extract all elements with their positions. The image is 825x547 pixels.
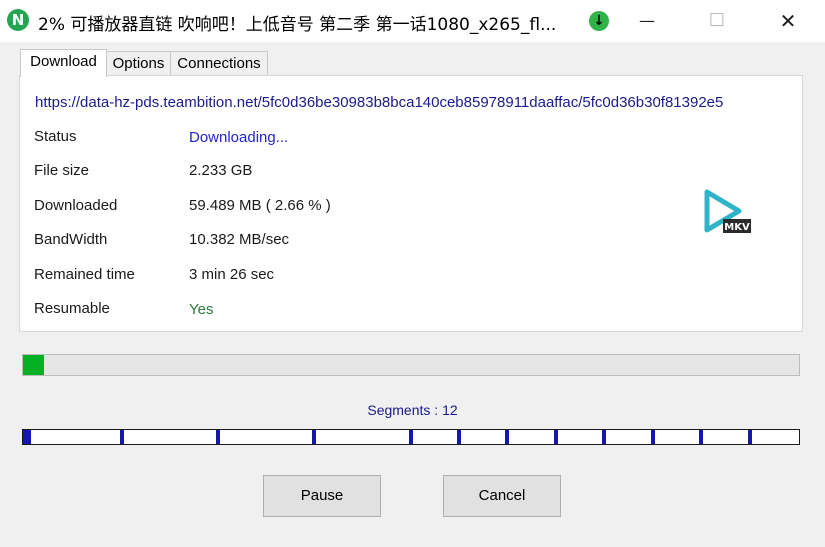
segment	[506, 430, 555, 444]
status-label: Status	[34, 128, 77, 145]
segment-fill	[700, 430, 703, 444]
segments-bar	[22, 429, 800, 445]
resumable-label: Resumable	[34, 300, 110, 317]
segment-fill	[652, 430, 655, 444]
pause-button[interactable]: Pause	[263, 475, 381, 517]
download-arrow-icon: ↓	[589, 11, 609, 31]
maximize-button[interactable]: ☐	[694, 0, 740, 42]
app-logo-icon: N	[7, 9, 29, 31]
progress-fill	[23, 355, 44, 375]
close-button[interactable]: ✕	[765, 0, 811, 42]
segment-fill	[555, 430, 558, 444]
segment	[313, 430, 410, 444]
segment-fill	[506, 430, 509, 444]
segment-fill	[313, 430, 316, 444]
window-title: 2% 可播放器直链 吹响吧！上低音号 第二季 第一话1080_x265_fl..…	[38, 15, 557, 35]
segment-fill	[749, 430, 752, 444]
remained-time-label: Remained time	[34, 266, 135, 283]
bandwidth-label: BandWidth	[34, 231, 108, 248]
segment	[410, 430, 458, 444]
mkv-badge-text: MKV	[724, 222, 750, 233]
segment-fill	[458, 430, 461, 444]
segment-fill	[217, 430, 220, 444]
segment	[458, 430, 506, 444]
cancel-button[interactable]: Cancel	[443, 475, 561, 517]
minimize-button[interactable]: —	[624, 0, 670, 42]
downloaded-label: Downloaded	[34, 197, 118, 214]
segment	[555, 430, 603, 444]
download-url: https://data-hz-pds.teambition.net/5fc0d…	[35, 94, 724, 111]
segments-label: Segments : 12	[367, 402, 458, 418]
download-progress-bar	[22, 354, 800, 376]
file-size-value: 2.233 GB	[189, 162, 253, 179]
segment-fill	[603, 430, 606, 444]
downloaded-value: 59.489 MB ( 2.66 % )	[189, 197, 331, 214]
segment	[121, 430, 217, 444]
segment	[749, 430, 799, 444]
tab-connections[interactable]: Connections	[170, 51, 268, 76]
tab-options[interactable]: Options	[105, 51, 172, 76]
segment	[217, 430, 313, 444]
bandwidth-value: 10.382 MB/sec	[189, 231, 290, 248]
segment	[603, 430, 652, 444]
segment	[700, 430, 749, 444]
segment-fill	[121, 430, 124, 444]
segment-fill	[410, 430, 413, 444]
segment-fill	[23, 430, 31, 444]
segment	[23, 430, 121, 444]
remained-time-value: 3 min 26 sec	[189, 266, 275, 283]
title-bar: N 2% 可播放器直链 吹响吧！上低音号 第二季 第一话1080_x265_fl…	[0, 0, 825, 42]
status-value: Downloading...	[189, 129, 289, 146]
mkv-video-file-icon: MKV	[704, 189, 751, 233]
tab-download[interactable]: Download	[20, 49, 107, 77]
download-info-panel: https://data-hz-pds.teambition.net/5fc0d…	[19, 75, 803, 332]
resumable-value: Yes	[189, 301, 214, 318]
segment	[652, 430, 700, 444]
file-size-label: File size	[34, 162, 90, 179]
